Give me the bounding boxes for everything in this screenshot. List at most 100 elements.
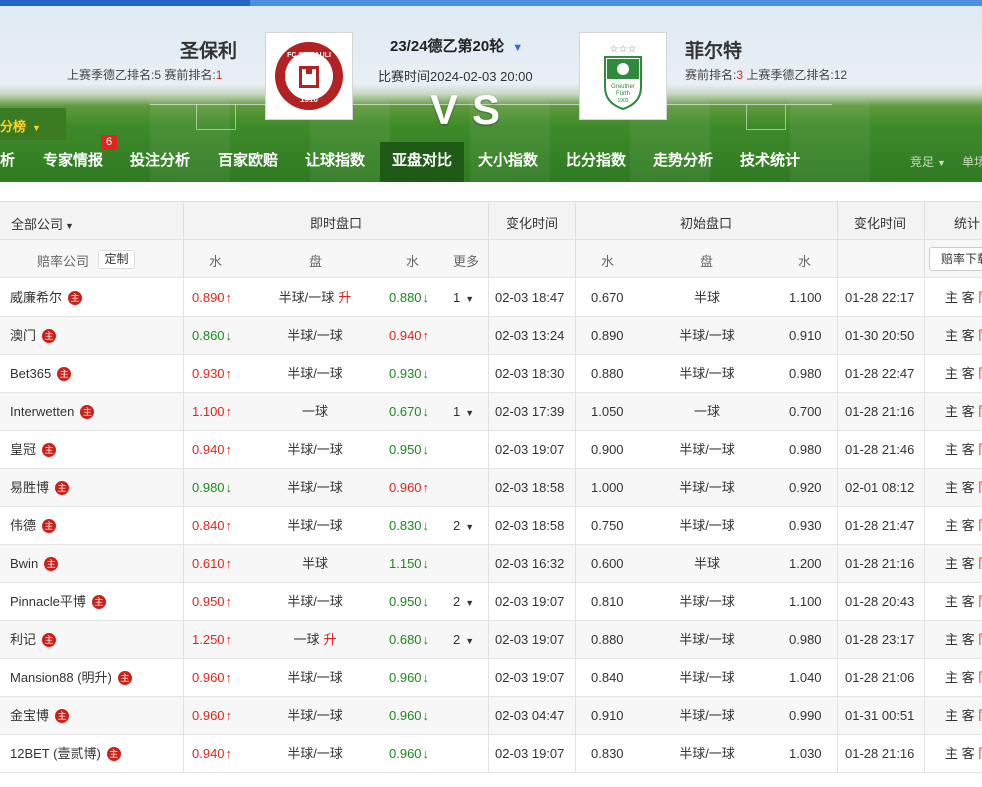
company-name[interactable]: 金宝博: [10, 708, 49, 723]
stats-links[interactable]: 主 客 同: [945, 469, 982, 507]
company-cell[interactable]: Pinnacle平博主: [10, 583, 106, 621]
live-away-water-value: 0.950: [389, 594, 422, 609]
change-time: 02-03 18:47: [495, 290, 565, 305]
company-name[interactable]: Pinnacle平博: [10, 594, 86, 609]
company-name[interactable]: Bwin: [10, 556, 38, 571]
stats-links[interactable]: 主 客 同: [945, 621, 982, 659]
company-name[interactable]: 12BET (壹贰博): [10, 746, 101, 761]
company-cell[interactable]: 威廉希尔主: [10, 279, 83, 317]
stats-links[interactable]: 主 客 同: [945, 431, 982, 469]
away-rank-label: 赛前排名:: [685, 68, 737, 82]
more-dropdown[interactable]: 2 ▼: [453, 507, 474, 545]
nav-item-expert-info[interactable]: 专家情报: [43, 142, 103, 182]
nav-item-over-under[interactable]: 大小指数: [478, 142, 538, 182]
home-away-links[interactable]: 主 客 同: [945, 746, 982, 761]
stats-links[interactable]: 主 客 同: [945, 583, 982, 621]
stats-links[interactable]: 主 客 同: [945, 279, 982, 317]
company-cell[interactable]: 皇冠主: [10, 431, 57, 469]
away-team-badge[interactable]: ☆☆☆ Greuther Fürth 1903: [579, 32, 667, 120]
odds-download-button[interactable]: 赔率下载: [929, 247, 982, 271]
table-row[interactable]: 利记主 1.250↑ 一球升 0.680↓ 2 ▼ 02-03 19:07 0.880 半球/一…: [0, 621, 982, 659]
company-cell[interactable]: Interwetten 主: [10, 393, 95, 431]
table-row[interactable]: Bet365 主 0.930↑ 半球/一球 0.930↓ 02-03 18:30 0.880…: [0, 355, 982, 393]
company-cell[interactable]: 易胜博主: [10, 469, 70, 507]
stats-links[interactable]: 主 客 同: [945, 659, 982, 697]
home-away-links[interactable]: 主 客 同: [945, 442, 982, 457]
table-row[interactable]: Bwin 主 0.610↑ 半球 1.150↓ 02-03 16:32 0.600 半球 1.2…: [0, 545, 982, 583]
home-away-links[interactable]: 主 客 同: [945, 594, 982, 609]
home-away-links[interactable]: 主 客 同: [945, 518, 982, 533]
table-row[interactable]: 伟德主 0.840↑ 半球/一球 0.830↓ 2 ▼ 02-03 18:58 0.750 半球…: [0, 507, 982, 545]
nav-item-score-index[interactable]: 比分指数: [566, 142, 626, 182]
table-row[interactable]: Interwetten 主 1.100↑ 一球 0.670↓ 1 ▼ 02-03 17:39 1…: [0, 393, 982, 431]
more-dropdown[interactable]: 2 ▼: [453, 621, 474, 659]
stats-links[interactable]: 主 客 同: [945, 317, 982, 355]
company-cell[interactable]: Mansion88 (明升) 主: [10, 659, 132, 697]
company-filter[interactable]: 全部公司 ▼: [11, 214, 74, 233]
company-cell[interactable]: 伟德主: [10, 507, 57, 545]
home-away-links[interactable]: 主 客 同: [945, 556, 982, 571]
table-row[interactable]: Mansion88 (明升) 主 0.960↑ 半球/一球 0.960↓ 02-03 19…: [0, 659, 982, 697]
table-row[interactable]: 澳门主 0.860↓ 半球/一球 0.940↑ 02-03 13:24 0.890 半球/一…: [0, 317, 982, 355]
nav-item-asian-handicap[interactable]: 亚盘对比: [380, 142, 464, 182]
initial-change-time: 01-28 21:47: [845, 518, 915, 533]
home-away-links[interactable]: 主 客 同: [945, 290, 982, 305]
home-away-links[interactable]: 主 客 同: [945, 328, 982, 343]
more-dropdown[interactable]: 1 ▼: [453, 393, 474, 431]
company-name[interactable]: 伟德: [10, 518, 36, 533]
home-team-name[interactable]: 圣保利: [180, 36, 237, 63]
danchang-selector[interactable]: 单场: [962, 142, 982, 182]
company-name[interactable]: Interwetten: [10, 404, 74, 419]
company-cell[interactable]: Bet365 主: [10, 355, 72, 393]
stats-links[interactable]: 主 客 同: [945, 697, 982, 735]
stats-links[interactable]: 主 客 同: [945, 735, 982, 773]
stats-links[interactable]: 主 客 同: [945, 507, 982, 545]
home-away-links[interactable]: 主 客 同: [945, 708, 982, 723]
company-name[interactable]: Mansion88 (明升): [10, 670, 112, 685]
nav-item-analysis[interactable]: 析: [0, 142, 15, 182]
company-name[interactable]: 威廉希尔: [10, 290, 62, 305]
company-cell[interactable]: Bwin 主: [10, 545, 59, 583]
stats-links[interactable]: 主 客 同: [945, 355, 982, 393]
arrow-down-icon: ↓: [422, 404, 430, 419]
nav-item-trend-analysis[interactable]: 走势分析: [653, 142, 713, 182]
table-row[interactable]: Pinnacle平博主 0.950↑ 半球/一球 0.950↓ 2 ▼ 02-03 19:0…: [0, 583, 982, 621]
company-cell[interactable]: 澳门主: [10, 317, 57, 355]
home-away-links[interactable]: 主 客 同: [945, 480, 982, 495]
stats-links[interactable]: 主 客 同: [945, 545, 982, 583]
company-name[interactable]: Bet365: [10, 366, 51, 381]
nav-item-handicap-index[interactable]: 让球指数: [305, 142, 365, 182]
more-dropdown[interactable]: 2 ▼: [453, 583, 474, 621]
jingzu-selector[interactable]: 竞足 ▼: [910, 142, 946, 182]
home-away-links[interactable]: 主 客 同: [945, 632, 982, 647]
stats-links[interactable]: 主 客 同: [945, 393, 982, 431]
standings-tab[interactable]: 分榜 ▼: [0, 108, 66, 140]
company-name[interactable]: 澳门: [10, 328, 36, 343]
table-row[interactable]: 12BET (壹贰博) 主 0.940↑ 半球/一球 0.960↓ 02-03 19:07…: [0, 735, 982, 773]
greuther-fuerth-logo-icon: ☆☆☆ Greuther Fürth 1903: [604, 44, 642, 111]
company-cell[interactable]: 利记主: [10, 621, 57, 659]
home-away-links[interactable]: 主 客 同: [945, 404, 982, 419]
company-name[interactable]: 皇冠: [10, 442, 36, 457]
company-name[interactable]: 利记: [10, 632, 36, 647]
custom-button[interactable]: 定制: [98, 250, 135, 269]
table-row[interactable]: 金宝博主 0.960↑ 半球/一球 0.960↓ 02-03 04:47 0.910 半球/…: [0, 697, 982, 735]
live-home-water: 1.250↑: [192, 621, 232, 659]
nav-item-euro-odds[interactable]: 百家欧赔: [218, 142, 278, 182]
initial-away-water: 0.980: [789, 366, 822, 381]
table-row[interactable]: 皇冠主 0.940↑ 半球/一球 0.950↓ 02-03 19:07 0.900 半球/一…: [0, 431, 982, 469]
more-count: 2: [453, 518, 461, 533]
nav-item-betting-analysis[interactable]: 投注分析: [130, 142, 190, 182]
table-row[interactable]: 易胜博主 0.980↓ 半球/一球 0.960↑ 02-03 18:58 1.000 半球/…: [0, 469, 982, 507]
round-selector[interactable]: 23/24德乙第20轮 ▼: [390, 35, 523, 56]
company-cell[interactable]: 金宝博主: [10, 697, 70, 735]
company-name[interactable]: 易胜博: [10, 480, 49, 495]
home-away-links[interactable]: 主 客 同: [945, 670, 982, 685]
table-row[interactable]: 威廉希尔主 0.890↑ 半球/一球升 0.880↓ 1 ▼ 02-03 18:47 0.67…: [0, 279, 982, 317]
nav-item-tech-stats[interactable]: 技术统计: [740, 142, 800, 182]
away-team-name[interactable]: 菲尔特: [685, 36, 742, 63]
home-team-badge[interactable]: FC ST. PAULI 1910: [265, 32, 353, 120]
company-cell[interactable]: 12BET (壹贰博) 主: [10, 735, 121, 773]
more-dropdown[interactable]: 1 ▼: [453, 279, 474, 317]
home-away-links[interactable]: 主 客 同: [945, 366, 982, 381]
